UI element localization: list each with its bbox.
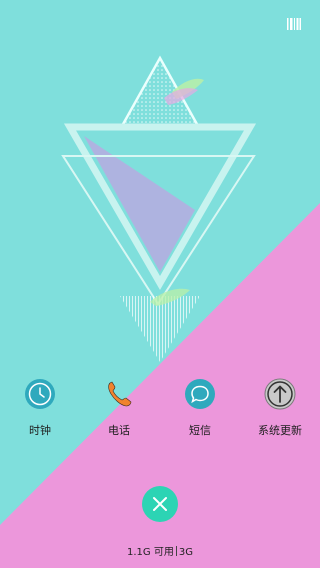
memory-available: 1.1G 可用	[127, 547, 174, 558]
app-shortcuts: 时钟 电话 短信 系统更新	[0, 378, 320, 442]
memory-separator	[175, 546, 177, 556]
barcode-icon[interactable]	[287, 18, 301, 30]
app-phone-label: 电话	[108, 424, 130, 437]
phone-icon	[108, 381, 132, 407]
app-messages-label: 短信	[189, 424, 211, 437]
memory-status: 1.1G 可用 3G	[0, 543, 320, 558]
message-icon	[185, 379, 215, 409]
app-clock[interactable]: 时钟	[8, 378, 72, 442]
app-system-update[interactable]: 系统更新	[248, 378, 312, 442]
wallpaper	[0, 0, 320, 568]
app-system-update-label: 系统更新	[258, 424, 302, 437]
app-clock-label: 时钟	[29, 424, 51, 437]
network-type: 3G	[178, 547, 193, 558]
update-arrow-icon	[264, 378, 296, 410]
app-phone[interactable]: 电话	[87, 378, 151, 442]
close-icon	[153, 497, 167, 511]
clock-icon	[25, 379, 55, 409]
close-button[interactable]	[142, 486, 178, 522]
app-messages[interactable]: 短信	[168, 378, 232, 442]
